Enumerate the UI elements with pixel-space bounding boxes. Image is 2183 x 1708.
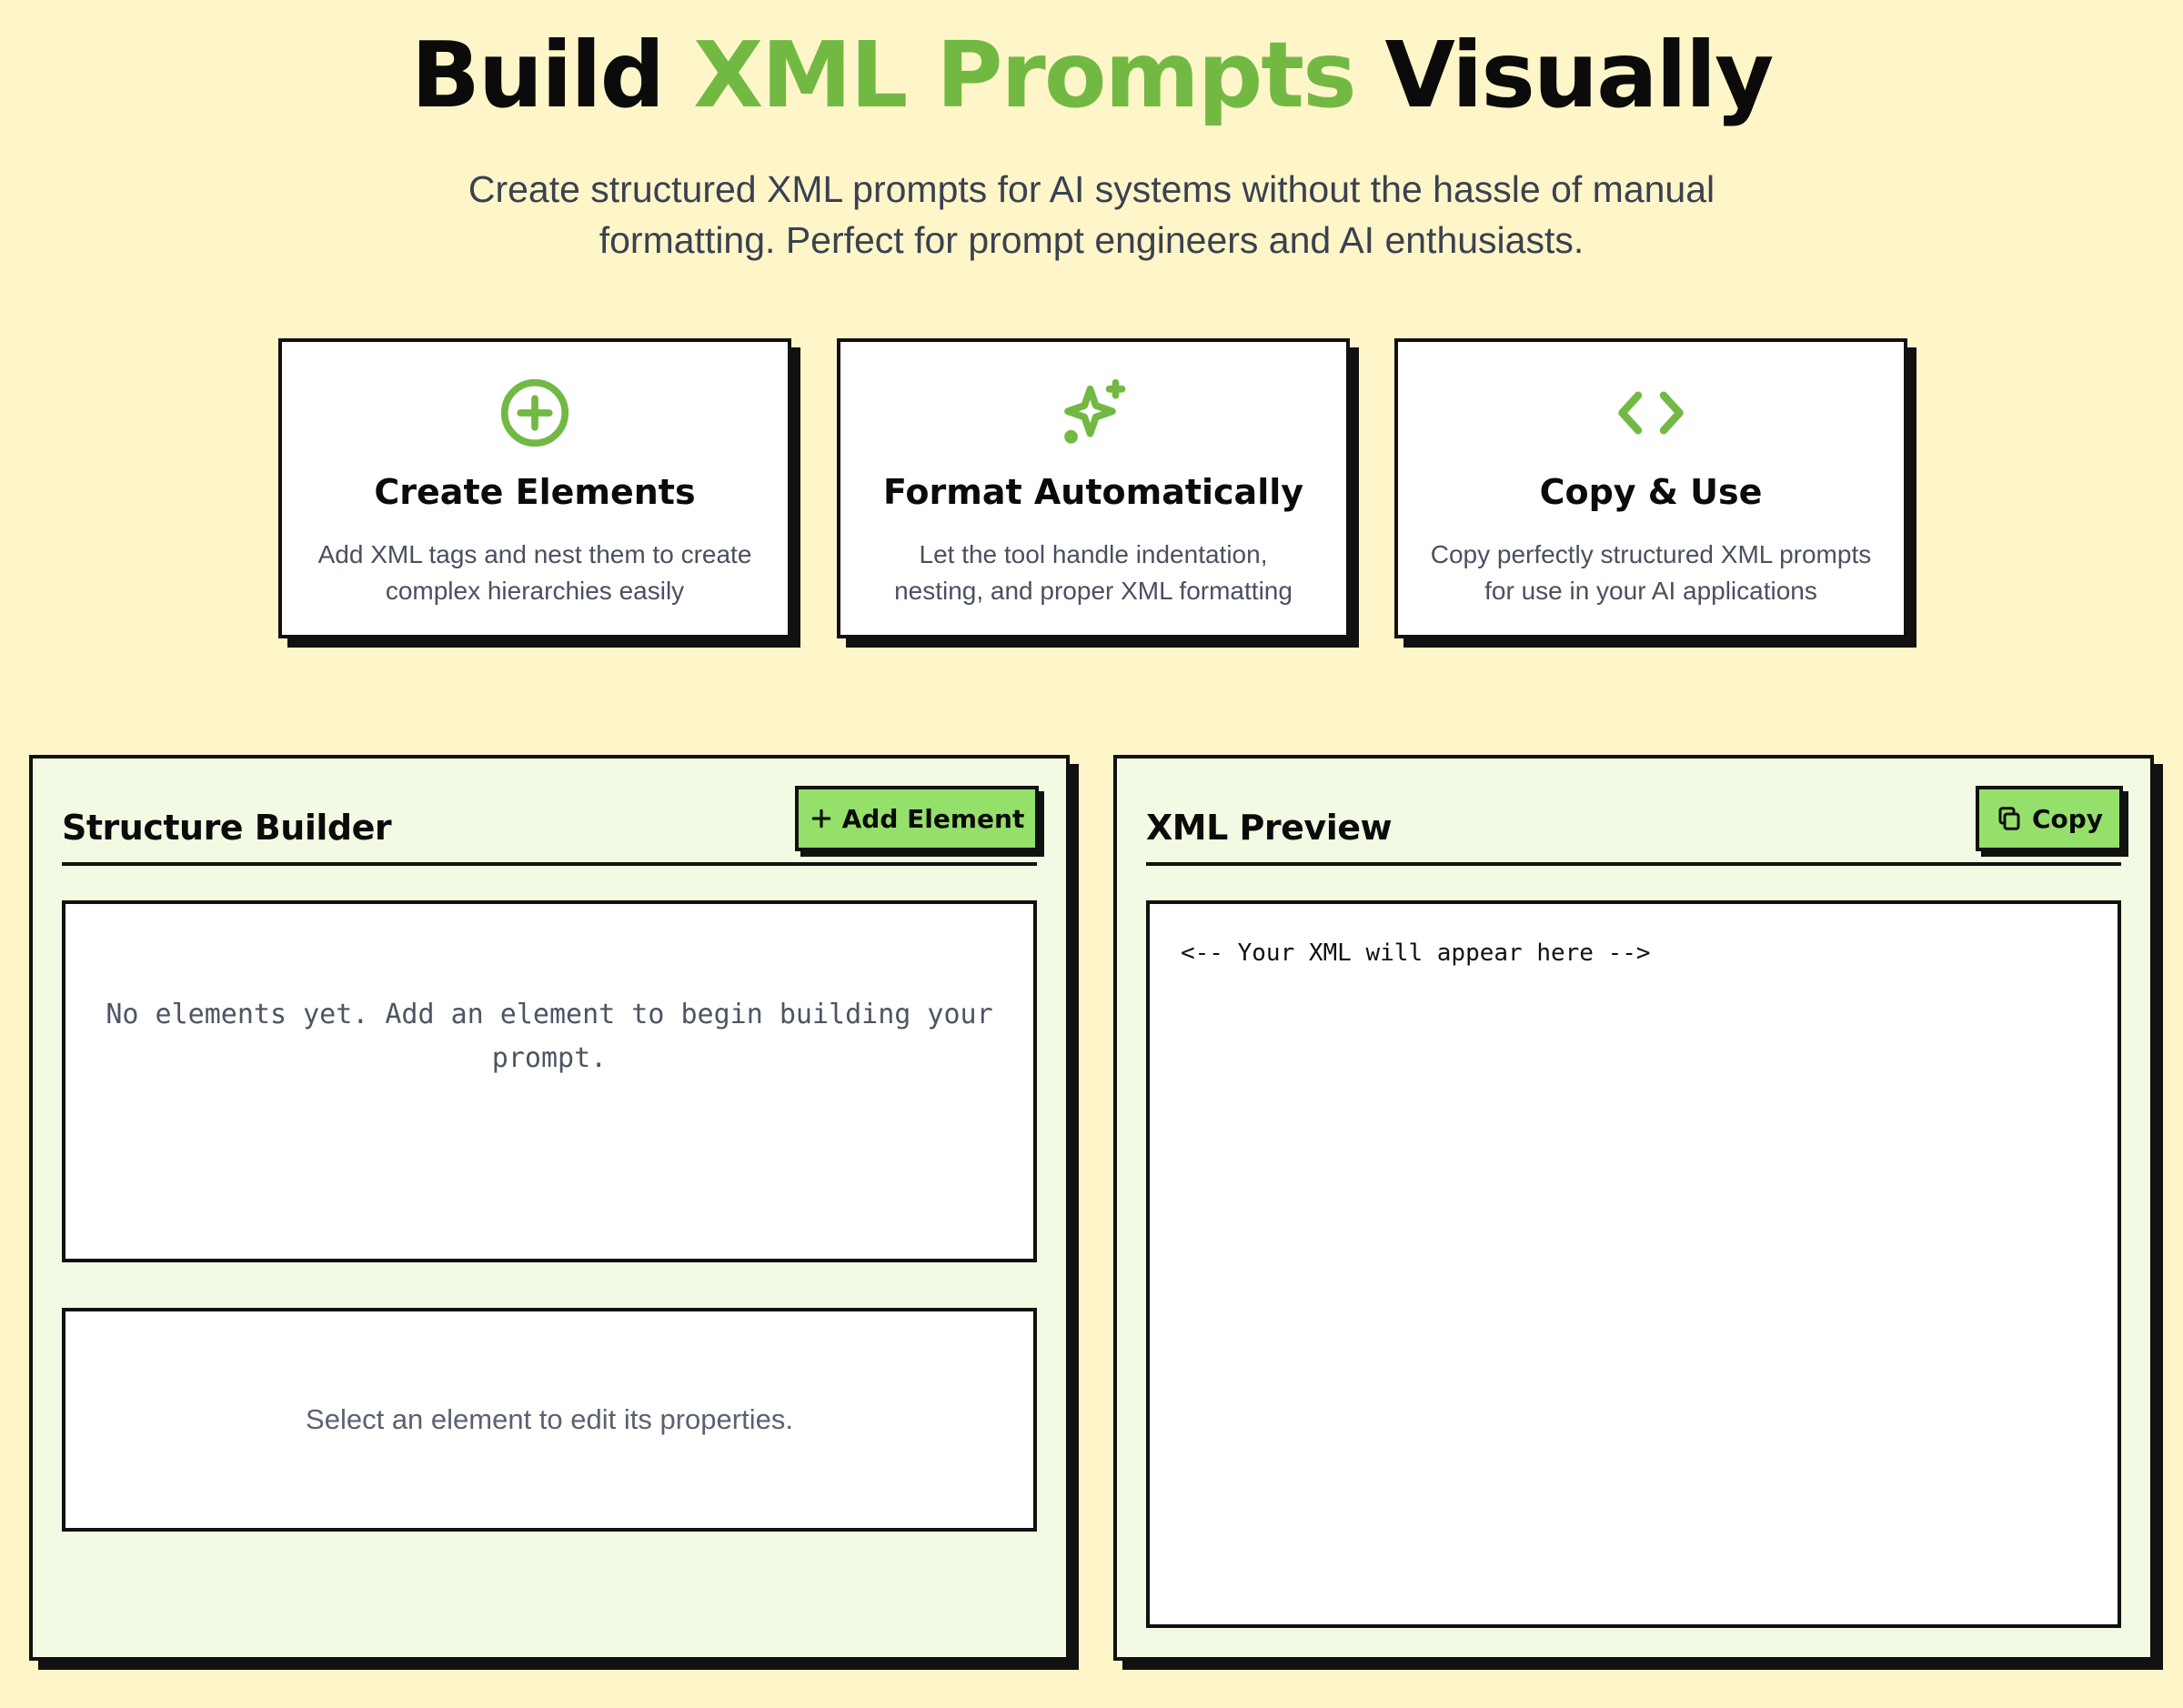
hero-title-part1: Build: [410, 22, 694, 128]
feature-card-copy-use: Copy & Use Copy perfectly structured XML…: [1394, 338, 1907, 638]
add-element-label: Add Element: [841, 803, 1025, 834]
structure-builder-title: Structure Builder: [62, 808, 392, 848]
hero-subtitle-line2: formatting. Perfect for prompt engineers…: [599, 219, 1584, 261]
copy-button[interactable]: Copy: [1976, 786, 2123, 851]
structure-builder-header: Structure Builder Add Element: [62, 786, 1039, 866]
xml-placeholder-text: <-- Your XML will appear here -->: [1181, 939, 1651, 967]
feature-desc-line2: complex hierarchies easily: [385, 577, 685, 605]
feature-description: Add XML tags and nest them to create com…: [309, 537, 760, 609]
feature-title: Format Automatically: [882, 472, 1304, 512]
feature-desc-line1: Add XML tags and nest them to create: [317, 540, 752, 568]
feature-card-create-elements: Create Elements Add XML tags and nest th…: [278, 338, 791, 638]
hero-subtitle-line1: Create structured XML prompts for AI sys…: [468, 168, 1715, 210]
feature-description: Let the tool handle indentation, nesting…: [868, 537, 1319, 609]
feature-title: Create Elements: [374, 472, 696, 512]
properties-message: Select an element to edit its properties…: [306, 1403, 793, 1435]
feature-desc-line2: for use in your AI applications: [1484, 577, 1817, 605]
plus-icon: [811, 809, 830, 829]
feature-desc-line1: Copy perfectly structured XML prompts: [1430, 540, 1872, 568]
add-element-button[interactable]: Add Element: [795, 786, 1039, 851]
feature-description: Copy perfectly structured XML prompts fo…: [1425, 537, 1876, 609]
hero-title: Build XML Prompts Visually: [0, 16, 2183, 135]
properties-editor-area: Select an element to edit its properties…: [62, 1308, 1037, 1532]
hero-title-part2: Visually: [1354, 22, 1774, 128]
hero-title-accent: XML Prompts: [693, 22, 1357, 128]
xml-preview-title: XML Preview: [1146, 808, 1393, 848]
copy-icon: [1998, 807, 2020, 830]
xml-preview-panel: XML Preview Copy <-- Your XML will appea…: [1113, 755, 2154, 1661]
copy-label: Copy: [2031, 803, 2104, 834]
feature-title: Copy & Use: [1539, 472, 1763, 512]
sparkles-icon: [840, 375, 1346, 451]
structure-builder-panel: Structure Builder Add Element No element…: [29, 755, 1070, 1661]
hero-subtitle: Create structured XML prompts for AI sys…: [455, 164, 1728, 266]
xml-output-area[interactable]: <-- Your XML will appear here -->: [1146, 900, 2121, 1628]
feature-desc-line2: nesting, and proper XML formatting: [894, 577, 1293, 605]
feature-card-format-automatically: Format Automatically Let the tool handle…: [837, 338, 1350, 638]
element-tree-area[interactable]: No elements yet. Add an element to begin…: [62, 900, 1037, 1262]
xml-preview-header: XML Preview Copy: [1146, 786, 2123, 866]
feature-desc-line1: Let the tool handle indentation,: [919, 540, 1268, 568]
code-icon: [1398, 375, 1904, 451]
empty-elements-message: No elements yet. Add an element to begin…: [106, 999, 993, 1074]
plus-circle-icon: [282, 375, 788, 451]
